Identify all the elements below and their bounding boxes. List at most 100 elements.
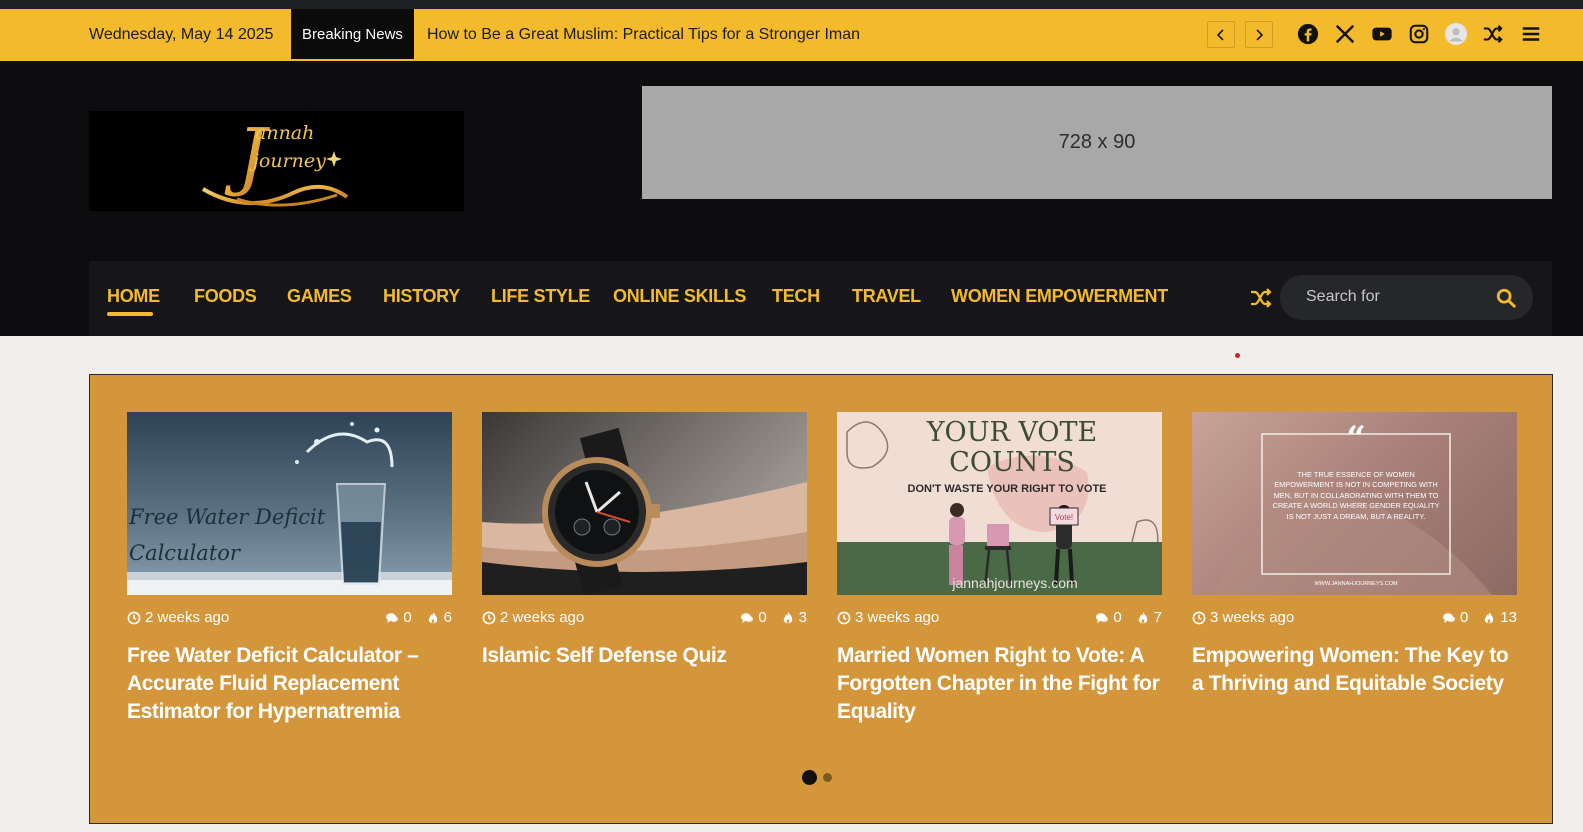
comment-count: 0 [758,609,767,626]
card-stats: 0 3 [740,609,807,626]
user-avatar-button[interactable] [1444,22,1468,46]
site-logo[interactable]: J annah journey [89,111,464,211]
nav-item-life-style[interactable]: LIFE STYLE [491,286,590,307]
card-stats: 0 7 [1095,609,1162,626]
ad-banner[interactable]: 728 x 90 [642,86,1552,199]
card-stats: 0 6 [385,609,452,626]
svg-text:“: “ [1346,419,1366,459]
thumb-text: COUNTS [949,447,1075,478]
search-icon[interactable] [1495,287,1517,309]
nav-item-foods[interactable]: FOODS [194,286,257,307]
youtube-icon [1372,27,1392,41]
decorative-dot [1235,353,1240,358]
thumb-text: YOUR VOTE [926,417,1098,448]
facebook-icon [1297,23,1319,45]
card-meta: 2 weeks ago 0 3 [482,609,807,629]
nav-item-games[interactable]: GAMES [287,286,352,307]
thumb-text: Free Water Deficit [128,505,326,529]
thumb-text: WWW.JANNAHJOURNEYS.COM [1314,581,1398,587]
view-count: 6 [443,609,452,626]
shuffle-icon [1251,288,1272,308]
comment-count: 0 [1113,609,1122,626]
slider-card[interactable]: YOUR VOTE COUNTS DON'T WASTE YOUR RIGHT … [837,412,1162,723]
card-thumbnail[interactable]: Free Water Deficit Calculator [127,412,452,595]
slider-dot[interactable] [823,773,832,782]
thumb-text: DON'T WASTE YOUR RIGHT TO VOTE [908,483,1107,495]
comments-icon [1442,612,1455,623]
card-title[interactable]: Married Women Right to Vote: A Forgotten… [837,642,1162,726]
nav-item-online-skills[interactable]: ONLINE SKILLS [613,286,746,307]
current-date: Wednesday, May 14 2025 [89,26,274,43]
clock-icon [127,611,141,624]
thumb-text: jannahjourneys.com [951,575,1077,591]
slider-pagination [802,770,832,785]
card-date: 3 weeks ago [837,609,939,626]
comments-icon [1096,612,1109,623]
comments-icon [386,612,399,623]
youtube-link[interactable] [1370,22,1394,46]
water-glass-image: Free Water Deficit Calculator [127,422,452,595]
search-field[interactable]: Search for [1280,275,1533,320]
card-title[interactable]: Empowering Women: The Key to a Thriving … [1192,642,1517,698]
flame-icon [1138,611,1147,623]
thumb-text: THE TRUE ESSENCE OF WOMEN EMPOWERMENT IS… [1272,470,1440,521]
facebook-link[interactable] [1296,22,1320,46]
card-thumbnail[interactable]: YOUR VOTE COUNTS DON'T WASTE YOUR RIGHT … [837,412,1162,595]
thumb-text: Vote! [1055,513,1073,522]
card-meta: 3 weeks ago 0 7 [837,609,1162,629]
nav-item-tech[interactable]: TECH [772,286,820,307]
slider-card[interactable]: Free Water Deficit Calculator 2 weeks ag… [127,412,452,723]
slider-card[interactable]: “ THE TRUE ESSENCE OF WOMEN EMPOWERMENT … [1192,412,1517,695]
breaking-next-button[interactable] [1245,21,1273,48]
comments-icon [741,612,754,623]
flame-icon [783,611,792,623]
nav-item-travel[interactable]: TRAVEL [852,286,921,307]
card-meta: 2 weeks ago 0 6 [127,609,452,629]
featured-slider: Free Water Deficit Calculator 2 weeks ag… [89,374,1553,824]
nav-random-button[interactable] [1249,286,1273,310]
breaking-news-label: Breaking News [291,9,414,59]
menu-icon [1522,27,1540,41]
instagram-link[interactable] [1407,22,1431,46]
logo-line-1: annah [255,122,314,144]
nav-item-women-empowerment[interactable]: WOMEN EMPOWERMENT [951,286,1168,307]
card-thumbnail[interactable]: “ THE TRUE ESSENCE OF WOMEN EMPOWERMENT … [1192,412,1517,595]
nav-item-history[interactable]: HISTORY [383,286,460,307]
instagram-icon [1409,24,1429,44]
chevron-left-icon [1216,28,1224,41]
slider-dot-active[interactable] [802,770,817,785]
top-strip [0,0,1583,9]
comment-count: 0 [1459,609,1469,626]
x-link[interactable] [1333,22,1357,46]
breaking-news-headline[interactable]: How to Be a Great Muslim: Practical Tips… [427,26,860,44]
logo-mark: J annah journey [201,115,348,207]
card-time: 3 weeks ago [855,609,940,626]
menu-button[interactable] [1519,22,1543,46]
card-meta: 3 weeks ago 0 13 [1192,609,1517,629]
slider-card[interactable]: 2 weeks ago 0 3 Islamic Self Defense Qui… [482,412,807,667]
flame-icon [1485,611,1494,623]
breaking-prev-button[interactable] [1207,21,1235,48]
shuffle-icon [1483,25,1503,43]
logo-line-2: journey [249,150,326,172]
clock-icon [482,611,496,624]
vote-poster-image: YOUR VOTE COUNTS DON'T WASTE YOUR RIGHT … [837,417,1162,595]
clock-icon [1192,611,1206,624]
comment-count: 0 [403,609,412,626]
card-thumbnail[interactable] [482,412,807,595]
card-time: 2 weeks ago [145,609,230,626]
nav-item-home[interactable]: HOME [107,286,160,307]
ad-size-label: 728 x 90 [1058,131,1136,153]
card-date: 2 weeks ago [127,609,229,626]
card-date: 3 weeks ago [1192,609,1294,626]
thumb-text: Calculator [129,541,242,565]
top-bar: Wednesday, May 14 2025 Breaking News How… [0,9,1583,61]
chevron-right-icon [1256,28,1264,41]
site-header: J annah journey 728 x 90 HOME FOODS GAME… [0,61,1583,336]
flame-icon [428,611,437,623]
card-title[interactable]: Islamic Self Defense Quiz [482,642,807,670]
card-stats: 0 13 [1442,609,1517,626]
card-title[interactable]: Free Water Deficit Calculator – Accurate… [127,642,452,726]
random-article-button[interactable] [1481,22,1505,46]
search-placeholder[interactable]: Search for [1306,288,1380,306]
